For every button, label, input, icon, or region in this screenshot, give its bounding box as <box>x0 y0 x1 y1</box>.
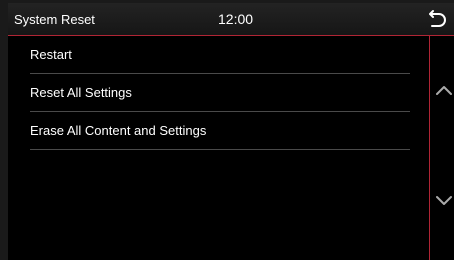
chevron-down-icon <box>436 196 452 205</box>
reset-all-settings-label: Reset All Settings <box>30 85 132 100</box>
reset-options-list: Restart Reset All Settings Erase All Con… <box>8 36 428 150</box>
restart-item[interactable]: Restart <box>8 36 428 74</box>
back-button[interactable] <box>422 6 452 32</box>
reset-all-settings-item[interactable]: Reset All Settings <box>8 74 428 112</box>
scroll-bar-divider <box>429 36 430 260</box>
back-arrow-icon <box>429 10 446 27</box>
divider <box>30 149 410 150</box>
title-bar: System Reset 12:00 <box>8 3 454 36</box>
restart-label: Restart <box>30 47 72 62</box>
clock: 12:00 <box>218 11 254 27</box>
erase-all-content-label: Erase All Content and Settings <box>30 123 207 138</box>
scroll-down-button[interactable] <box>432 189 454 215</box>
page-title: System Reset <box>14 12 95 27</box>
erase-all-content-item[interactable]: Erase All Content and Settings <box>8 112 428 150</box>
chevron-up-icon <box>436 86 452 95</box>
scroll-up-button[interactable] <box>432 78 454 104</box>
system-reset-screen: System Reset 12:00 Restart Reset All Set… <box>8 3 454 260</box>
